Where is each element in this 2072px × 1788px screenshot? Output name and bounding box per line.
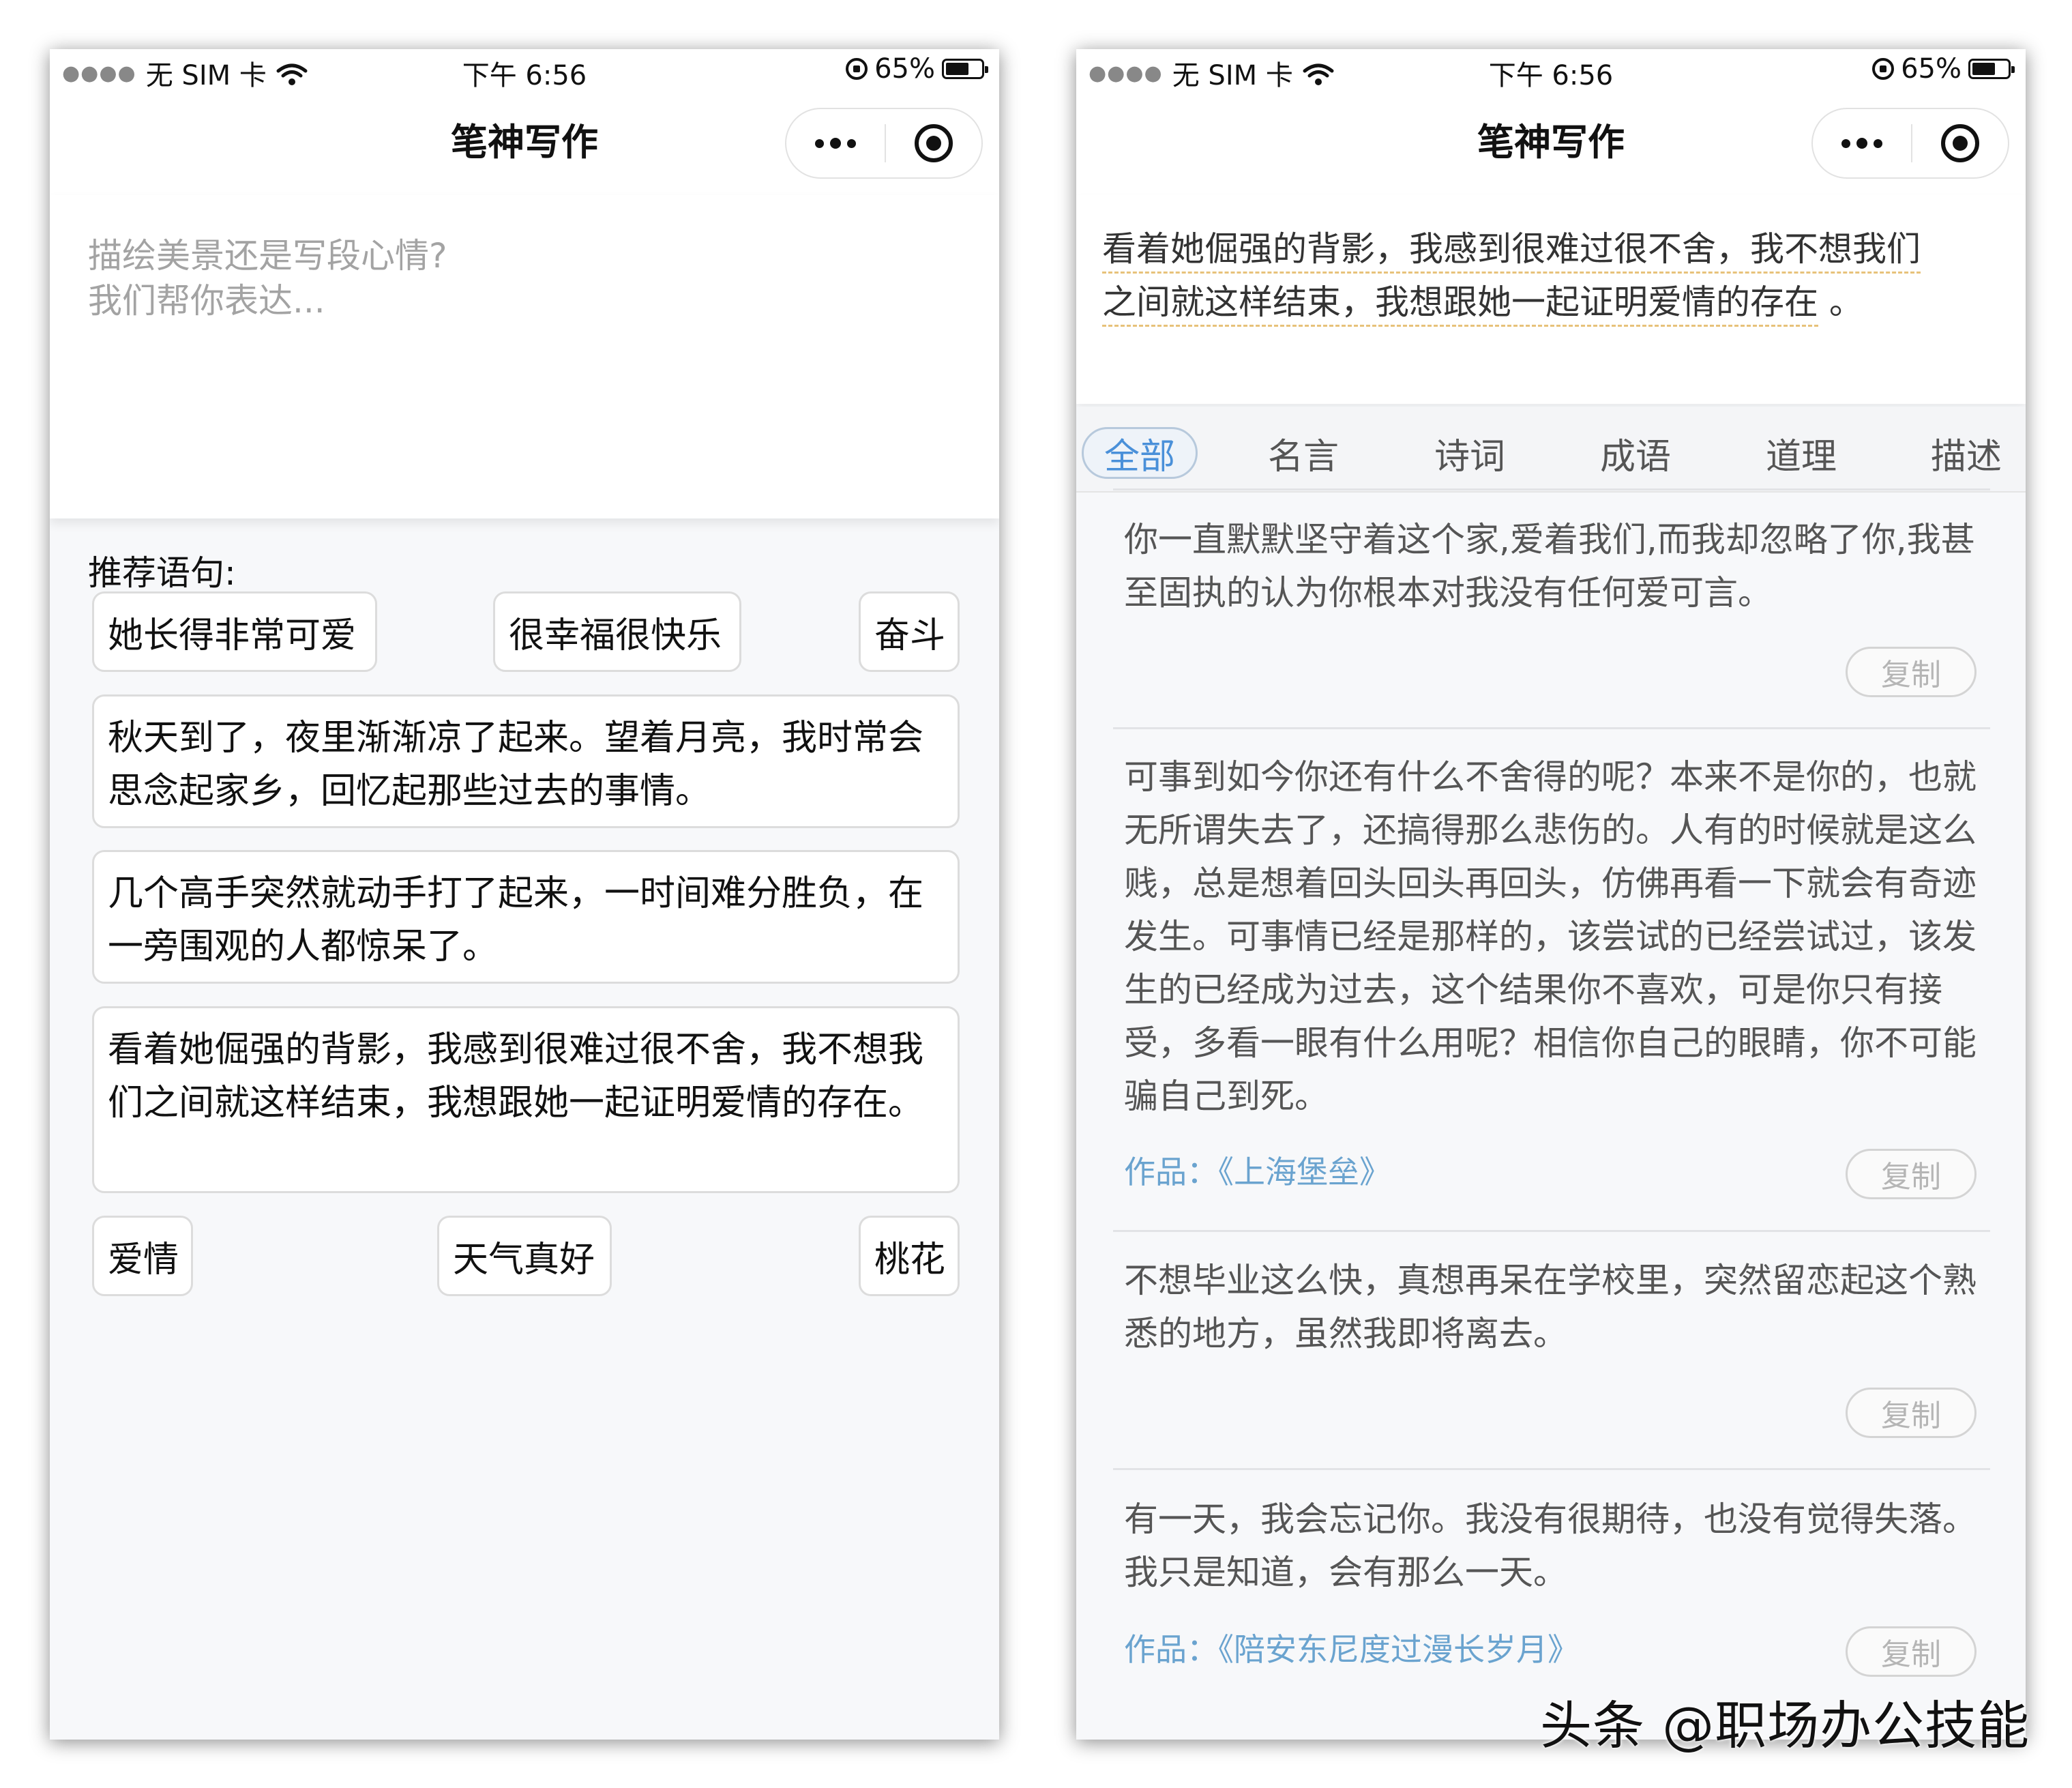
card-divider: [1113, 1468, 1990, 1470]
rotation-lock-icon: [1872, 58, 1895, 80]
suggestion-chip[interactable]: 很幸福很快乐: [493, 591, 741, 672]
copy-button[interactable]: 复制: [1846, 1388, 1977, 1438]
tab-principles[interactable]: 道理: [1757, 427, 1846, 479]
suggestion-chip[interactable]: 桃花: [859, 1216, 960, 1296]
selected-sentence-area[interactable]: 看着她倔强的背影，我感到很难过很不舍，我不想我们 之间就这样结束，我想跟她一起证…: [1076, 195, 2026, 404]
rotation-lock-icon: [846, 58, 868, 80]
source-link[interactable]: 《陪安东尼度过漫长岁月》: [1218, 1631, 1579, 1668]
compose-input-placeholder: 描绘美景还是写段心情? 我们帮你表达...: [88, 236, 447, 321]
card-divider: [1113, 1230, 1990, 1232]
battery-icon: [942, 59, 988, 79]
result-text: 可事到如今你还有什么不舍得的呢？本来不是你的，也就无所谓失去了，还搞得那么悲伤的…: [1124, 757, 1977, 1116]
status-bar: ●●●● 无 SIM 卡 下午 6:56 65%: [50, 49, 999, 93]
result-text: 不想毕业这么快，真想再呆在学校里，突然留恋起这个熟悉的地方，虽然我即将离去。: [1124, 1261, 1977, 1353]
mini-program-capsule: [785, 108, 983, 179]
phone-screen-compose: ●●●● 无 SIM 卡 下午 6:56 65% 笔神写作 描绘美景还是写段心情…: [50, 49, 999, 1740]
status-bar: ●●●● 无 SIM 卡 下午 6:56 65%: [1076, 49, 2026, 93]
suggestion-sentence[interactable]: 几个高手突然就动手打了起来，一时间难分胜负，在一旁围观的人都惊呆了。: [92, 850, 960, 984]
more-options-icon[interactable]: [1813, 109, 1911, 177]
source-label: 作品：: [1124, 1631, 1218, 1668]
result-text: 你一直默默坚守着这个家,爱着我们,而我却忽略了你,我甚至固执的认为你根本对我没有…: [1124, 520, 1975, 613]
nav-bar: 笔神写作: [50, 93, 999, 195]
phone-screen-results: ●●●● 无 SIM 卡 下午 6:56 65% 笔神写作 看着她倔强的背影，我…: [1076, 49, 2026, 1740]
category-tabs: 全部 名言 诗词 成语 道理 描述: [1076, 407, 2026, 493]
result-source: 作品：《上海堡垒》: [1124, 1147, 1391, 1192]
compose-input-area[interactable]: 描绘美景还是写段心情? 我们帮你表达...: [50, 195, 999, 518]
selected-sentence-end: 。: [1829, 282, 1863, 322]
tab-descriptions[interactable]: 描述: [1922, 427, 2011, 479]
source-label: 作品：: [1124, 1154, 1218, 1190]
battery-percent: 65%: [874, 53, 935, 85]
card-divider: [1113, 727, 1990, 729]
close-target-icon: [915, 124, 953, 162]
suggestion-chip[interactable]: 爱情: [92, 1216, 193, 1296]
battery-percent: 65%: [1901, 53, 1962, 85]
suggestion-sentence[interactable]: 秋天到了，夜里渐渐凉了起来。望着月亮，我时常会思念起家乡，回忆起那些过去的事情。: [92, 694, 960, 828]
source-link[interactable]: 《上海堡垒》: [1218, 1154, 1391, 1190]
watermark: 头条 @职场办公技能: [1540, 1695, 2030, 1756]
close-target-icon: [1941, 124, 1979, 162]
mini-program-capsule: [1811, 108, 2009, 179]
copy-button[interactable]: 复制: [1846, 1149, 1977, 1199]
more-options-icon[interactable]: [786, 109, 885, 177]
close-mini-program-button[interactable]: [1912, 109, 2008, 177]
card-divider: [1113, 488, 1990, 490]
copy-button[interactable]: 复制: [1846, 1626, 1977, 1677]
tab-poems[interactable]: 诗词: [1425, 427, 1514, 479]
recommend-label: 推荐语句:: [88, 553, 236, 593]
suggestion-chip[interactable]: 她长得非常可爱: [92, 591, 377, 672]
battery-icon: [1968, 59, 2015, 79]
selected-sentence-line: 看着她倔强的背影，我感到很难过很不舍，我不想我们: [1102, 229, 1921, 274]
tab-all[interactable]: 全部: [1082, 427, 1198, 479]
tab-quotes[interactable]: 名言: [1259, 427, 1348, 479]
suggestion-chip[interactable]: 天气真好: [437, 1216, 612, 1296]
result-text: 有一天，我会忘记你。我没有很期待，也没有觉得失落。我只是知道，会有那么一天。: [1124, 1499, 1977, 1592]
result-source: 作品：《陪安东尼度过漫长岁月》: [1124, 1625, 1579, 1670]
tab-idioms[interactable]: 成语: [1591, 427, 1680, 479]
selected-sentence: 看着她倔强的背影，我感到很难过很不舍，我不想我们 之间就这样结束，我想跟她一起证…: [1102, 222, 1989, 329]
suggestion-sentence[interactable]: 看着她倔强的背影，我感到很难过很不舍，我不想我们之间就这样结束，我想跟她一起证明…: [92, 1006, 960, 1193]
copy-button[interactable]: 复制: [1846, 647, 1977, 697]
close-mini-program-button[interactable]: [886, 109, 981, 177]
nav-bar: 笔神写作: [1076, 93, 2026, 195]
suggestion-chip[interactable]: 奋斗: [859, 591, 960, 672]
selected-sentence-line: 之间就这样结束，我想跟她一起证明爱情的存在: [1102, 282, 1818, 327]
